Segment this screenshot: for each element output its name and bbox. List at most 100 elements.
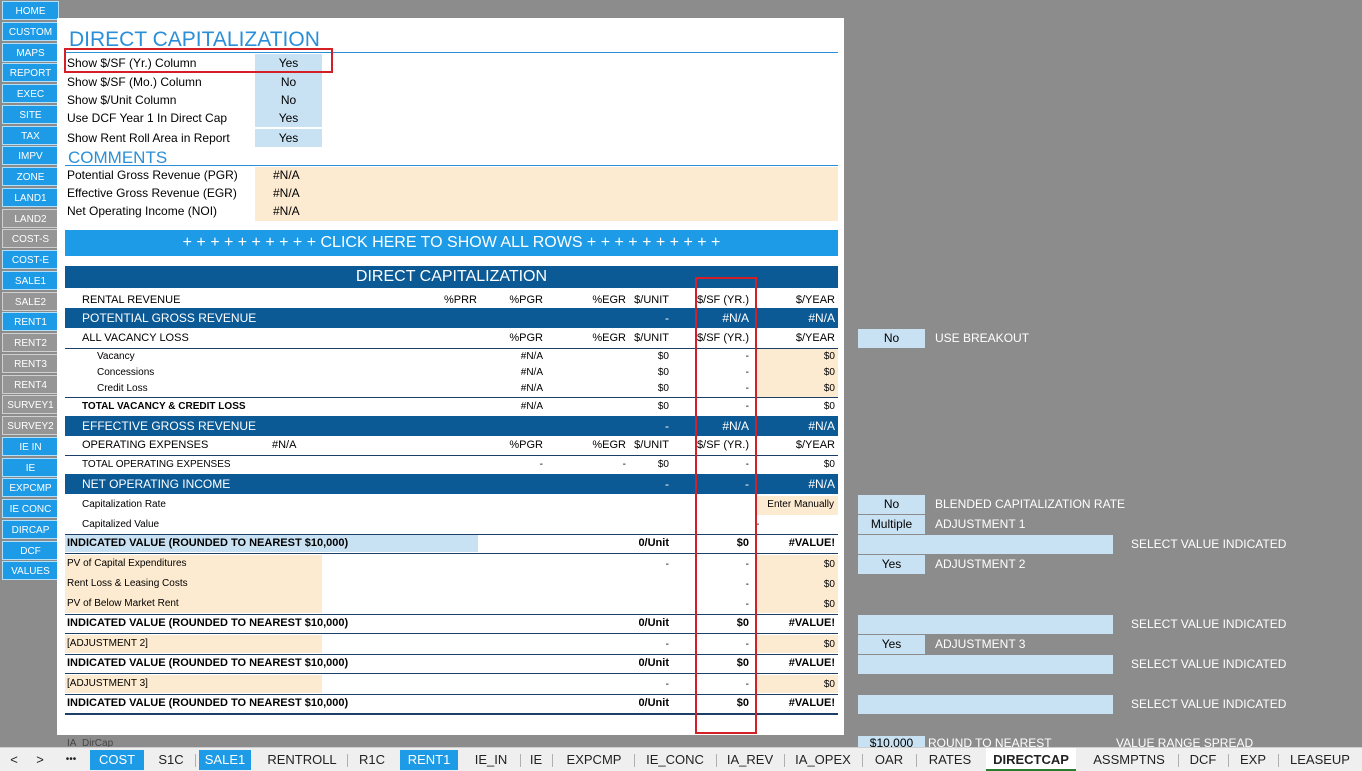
nav-button-survey2[interactable]: SURVEY2	[2, 416, 59, 435]
nav-button-cost-e[interactable]: COST-E	[2, 250, 59, 269]
select-value-input-2[interactable]	[858, 615, 1113, 634]
tab-directcap[interactable]: DIRECTCAP	[986, 748, 1076, 771]
select-value-input-1[interactable]	[858, 535, 1113, 554]
tab-separator	[916, 754, 917, 767]
tab-more-button[interactable]: •••	[58, 748, 84, 771]
nav-button-custom[interactable]: CUSTOM	[2, 21, 59, 41]
tab-ia-rev[interactable]: IA_REV	[718, 748, 782, 771]
header-unit: $/UNIT	[634, 294, 669, 306]
setting-value-rent-roll[interactable]: Yes	[255, 129, 322, 147]
tab-scroll-right-button[interactable]: >	[30, 748, 50, 771]
adj3-label: [ADJUSTMENT 3]	[67, 678, 148, 689]
select-value-label-4: SELECT VALUE INDICATED	[1131, 697, 1287, 711]
adjustment1-label: ADJUSTMENT 1	[935, 517, 1026, 531]
tab-ia-opex[interactable]: IA_OPEX	[786, 748, 860, 771]
nav-button-exec[interactable]: EXEC	[2, 84, 59, 103]
tab-expcmp[interactable]: EXPCMP	[556, 748, 632, 771]
vac-row-unit: $0	[657, 351, 669, 362]
nav-button-home[interactable]: HOME	[2, 1, 59, 20]
tab-rent1[interactable]: RENT1	[400, 750, 458, 770]
show-all-rows-button[interactable]: + + + + + + + + + + CLICK HERE TO SHOW A…	[65, 230, 838, 256]
opex-header-year: $/YEAR	[795, 439, 835, 451]
nav-button-ie-conc[interactable]: IE CONC	[2, 499, 59, 518]
highlight-box-sf-column	[695, 277, 757, 734]
nav-button-expcmp[interactable]: EXPCMP	[2, 478, 59, 498]
tab-dcf[interactable]: DCF	[1180, 748, 1226, 771]
tab-cost[interactable]: COST	[90, 750, 144, 770]
adj2-label: [ADJUSTMENT 2]	[67, 638, 148, 649]
nav-button-impv[interactable]: IMPV	[2, 146, 59, 166]
round-to-nearest-label: ROUND TO NEAREST	[928, 736, 1052, 747]
nav-button-survey1[interactable]: SURVEY1	[2, 395, 59, 415]
tab-leaseup[interactable]: LEASEUP	[1280, 748, 1360, 771]
setting-value-dcf-year1[interactable]: Yes	[255, 109, 322, 127]
use-breakout-value[interactable]: No	[858, 329, 925, 348]
tab-oar[interactable]: OAR	[864, 748, 914, 771]
adjustment1-value[interactable]: Multiple	[858, 515, 925, 534]
ind4-year: #VALUE!	[788, 697, 835, 709]
select-value-input-3[interactable]	[858, 655, 1113, 674]
tab-separator	[716, 754, 717, 767]
tab-assmptns[interactable]: ASSMPTNS	[1082, 748, 1176, 771]
nav-button-land2[interactable]: LAND2	[2, 208, 59, 228]
nav-button-sale1[interactable]: SALE1	[2, 270, 59, 290]
round-to-nearest-value[interactable]: $10,000	[858, 736, 925, 747]
tab-scroll-left-button[interactable]: <	[4, 748, 24, 771]
tab-separator	[1278, 754, 1279, 767]
blended-cap-value[interactable]: No	[858, 495, 925, 514]
pv-capex-label: PV of Capital Expenditures	[67, 558, 187, 569]
nav-button-rent3[interactable]: RENT3	[2, 353, 59, 373]
nav-button-zone[interactable]: ZONE	[2, 167, 59, 186]
nav-button-cost-s[interactable]: COST-S	[2, 229, 59, 249]
select-value-label-1: SELECT VALUE INDICATED	[1131, 537, 1287, 551]
sheet-tab-bar: < > ••• COST S1C SALE1 RENTROLL R1C RENT…	[0, 747, 1362, 771]
tab-s1c[interactable]: S1C	[150, 748, 192, 771]
adjustment3-value[interactable]: Yes	[858, 635, 925, 654]
nav-button-report[interactable]: REPORT	[2, 63, 59, 83]
tab-rentroll[interactable]: RENTROLL	[258, 748, 346, 771]
setting-value-unit[interactable]: No	[255, 91, 322, 109]
nav-button-site[interactable]: SITE	[2, 104, 59, 124]
nav-button-ie-in[interactable]: IE IN	[2, 436, 59, 456]
tab-ie-in[interactable]: IE_IN	[464, 748, 518, 771]
nav-button-dcf[interactable]: DCF	[2, 540, 59, 560]
comments-area[interactable]	[255, 167, 838, 221]
total-vacancy-year: $0	[823, 401, 835, 412]
tab-ie-conc[interactable]: IE_CONC	[636, 748, 714, 771]
cap-rate-label: Capitalization Rate	[82, 499, 166, 510]
tab-r1c[interactable]: R1C	[350, 748, 394, 771]
nav-button-rent2[interactable]: RENT2	[2, 333, 59, 352]
tab-separator	[634, 754, 635, 767]
egr-year: #N/A	[808, 419, 835, 433]
ind2-unit: 0/Unit	[638, 617, 669, 629]
opex-na: #N/A	[272, 439, 297, 451]
nav-button-tax[interactable]: TAX	[2, 125, 59, 145]
tab-exp[interactable]: EXP	[1230, 748, 1276, 771]
ind3-label: INDICATED VALUE (ROUNDED TO NEAREST $10,…	[67, 657, 349, 669]
select-value-input-4[interactable]	[858, 695, 1113, 714]
noi-year: #N/A	[808, 477, 835, 491]
rent-loss-label: Rent Loss & Leasing Costs	[67, 578, 188, 589]
cap-rate-value: Enter Manually	[767, 499, 834, 510]
nav-button-sale2[interactable]: SALE2	[2, 291, 59, 311]
adjustment2-value[interactable]: Yes	[858, 555, 925, 574]
comment-value-noi: #N/A	[273, 204, 300, 218]
tab-sale1[interactable]: SALE1	[199, 750, 251, 770]
tab-ie[interactable]: IE	[522, 748, 550, 771]
tab-separator	[1228, 754, 1229, 767]
nav-button-maps[interactable]: MAPS	[2, 42, 59, 62]
tab-separator	[347, 754, 348, 767]
tab-rates[interactable]: RATES	[918, 748, 982, 771]
setting-value-sf-mo[interactable]: No	[255, 73, 322, 91]
sheet-footer-name: IA_DirCap	[67, 738, 114, 747]
nav-button-rent4[interactable]: RENT4	[2, 374, 59, 394]
nav-button-ie[interactable]: IE	[2, 457, 59, 477]
credit-loss-label: Credit Loss	[97, 383, 148, 394]
nav-button-dircap[interactable]: DIRCAP	[2, 519, 59, 539]
adj3-unit: -	[665, 679, 669, 690]
header-opex: OPERATING EXPENSES	[82, 439, 209, 451]
nav-button-land1[interactable]: LAND1	[2, 187, 59, 207]
nav-button-values[interactable]: VALUES	[2, 561, 59, 581]
nav-button-rent1[interactable]: RENT1	[2, 312, 59, 332]
total-opex-year: $0	[823, 459, 835, 470]
